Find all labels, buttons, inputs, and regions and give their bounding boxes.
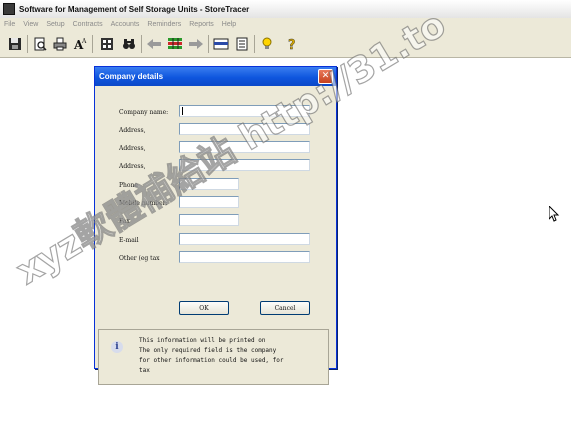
- menu-accounts[interactable]: Accounts: [107, 21, 144, 28]
- info-text: This information will be printed on The …: [139, 337, 284, 374]
- email-field[interactable]: [179, 233, 310, 245]
- save-icon[interactable]: [6, 35, 24, 53]
- fax-label: Fax: [119, 218, 130, 225]
- lightbulb-icon[interactable]: [258, 35, 276, 53]
- info-icon: i: [111, 341, 123, 353]
- arrow-right-icon[interactable]: [187, 35, 205, 53]
- menu-contracts[interactable]: Contracts: [69, 21, 107, 28]
- email-label: E-mail: [119, 237, 139, 244]
- cancel-button[interactable]: Cancel: [260, 301, 310, 315]
- print-icon[interactable]: [51, 35, 69, 53]
- print-preview-icon[interactable]: [31, 35, 49, 53]
- dialog-title: Company details: [99, 72, 164, 81]
- other-info-label: Other (eg tax: [119, 255, 160, 262]
- menu-view[interactable]: View: [19, 21, 42, 28]
- fax-field[interactable]: [179, 214, 239, 226]
- menu-setup[interactable]: Setup: [42, 21, 68, 28]
- window-title: Software for Management of Self Storage …: [19, 4, 250, 14]
- mouse-cursor-icon: [548, 204, 560, 226]
- binoculars-icon[interactable]: [120, 35, 138, 53]
- address-1-label: Address,: [119, 127, 146, 134]
- company-details-dialog: Company details ✕ Company name: Address,…: [94, 66, 337, 385]
- menu-help[interactable]: Help: [218, 21, 240, 28]
- other-info-field[interactable]: [179, 251, 310, 263]
- window-titlebar: Software for Management of Self Storage …: [0, 0, 571, 19]
- card-icon[interactable]: [212, 35, 230, 53]
- app-icon: [3, 3, 15, 15]
- address-1-field[interactable]: [179, 123, 310, 135]
- font-icon[interactable]: AA: [71, 35, 89, 53]
- dialog-titlebar: Company details ✕: [95, 67, 336, 86]
- address-3-label: Address,: [119, 163, 146, 170]
- close-icon[interactable]: ✕: [318, 69, 333, 84]
- menu-bar: File View Setup Contracts Accounts Remin…: [0, 18, 571, 31]
- help-icon[interactable]: ?: [283, 35, 301, 53]
- svg-text:?: ?: [288, 38, 296, 51]
- ok-button[interactable]: OK: [179, 301, 229, 315]
- address-3-field[interactable]: [179, 159, 310, 171]
- menu-reminders[interactable]: Reminders: [143, 21, 185, 28]
- info-panel: i This information will be printed on Th…: [98, 329, 329, 385]
- arrow-left-icon[interactable]: [145, 35, 163, 53]
- toolbar: AA ?: [0, 31, 571, 58]
- document-icon[interactable]: [233, 35, 251, 53]
- svg-text:A: A: [81, 38, 87, 45]
- company-name-field[interactable]: [179, 105, 310, 117]
- address-2-label: Address,: [119, 145, 146, 152]
- grid-icon[interactable]: [166, 35, 184, 53]
- mobile-number-field[interactable]: [179, 196, 239, 208]
- dialog-body: Company name: Address, Address, Address,…: [95, 87, 336, 385]
- menu-file[interactable]: File: [0, 21, 19, 28]
- phone-label: Phone: [119, 182, 138, 189]
- menu-reports[interactable]: Reports: [185, 21, 218, 28]
- text-caret: [182, 107, 183, 115]
- company-name-label: Company name:: [119, 109, 169, 116]
- mobile-number-label: Mobile number:: [119, 200, 168, 207]
- calculator-icon[interactable]: [98, 35, 116, 53]
- phone-field[interactable]: [179, 178, 239, 190]
- address-2-field[interactable]: [179, 141, 310, 153]
